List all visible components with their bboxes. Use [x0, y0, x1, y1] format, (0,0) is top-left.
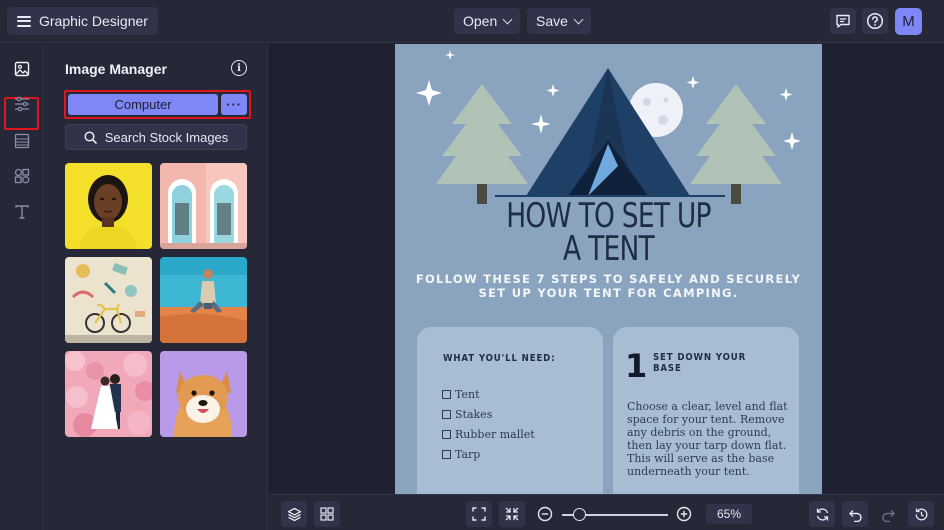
undo-icon: [848, 509, 862, 522]
computer-upload-button[interactable]: Computer: [68, 94, 218, 115]
comment-button[interactable]: [830, 8, 856, 34]
chevron-down-icon: [502, 14, 513, 24]
step-text: Choose a clear, level and flat space for…: [627, 400, 788, 478]
thumbnail-woman-portrait[interactable]: [65, 163, 152, 249]
image-manager-panel: Image Manager i Computer ··· Search Stoc…: [45, 44, 268, 530]
thumbnail-bicycle-wall[interactable]: [65, 257, 152, 343]
checkbox-icon: [442, 390, 451, 399]
fit-screen-button[interactable]: [466, 501, 492, 527]
step-title: SET DOWN YOUR BASE: [653, 352, 747, 374]
thumbnail-wedding-couple[interactable]: [65, 351, 152, 437]
layout-icon: [14, 133, 30, 149]
top-bar: Graphic Designer Open Save M: [0, 0, 944, 43]
help-icon: [866, 12, 884, 30]
checkbox-icon: [442, 430, 451, 439]
subtitle-line-1: FOLLOW THESE 7 STEPS TO SAFELY AND SECUR…: [415, 272, 802, 286]
redo-icon: [881, 509, 895, 522]
sliders-icon: [15, 96, 29, 112]
shapes-icon: [14, 168, 30, 184]
comment-icon: [836, 14, 850, 28]
image-icon: [14, 61, 30, 77]
zoom-level[interactable]: 65%: [706, 504, 752, 524]
thumbnail-pink-doors[interactable]: [160, 163, 247, 249]
open-label: Open: [463, 13, 498, 29]
redo-button[interactable]: [875, 501, 901, 527]
tool-rail: [0, 44, 44, 530]
subtitle-line-2: SET UP YOUR TENT FOR CAMPING.: [478, 286, 739, 300]
zoom-slider-handle[interactable]: [573, 508, 586, 521]
open-dropdown[interactable]: Open: [454, 8, 521, 34]
text-icon: [15, 205, 29, 219]
step-card: 1 SET DOWN YOUR BASE Choose a clear, lev…: [613, 327, 799, 494]
design-canvas[interactable]: HOW TO SET UP A TENT FOLLOW THESE 7 STEP…: [269, 44, 944, 494]
info-icon[interactable]: i: [231, 60, 247, 76]
rail-item-images[interactable]: [12, 59, 32, 79]
headline-line-1: HOW TO SET UP: [506, 196, 711, 236]
needs-title: WHAT YOU'LL NEED:: [443, 353, 556, 364]
zoom-out-icon[interactable]: [537, 506, 553, 522]
grid-button[interactable]: [314, 501, 340, 527]
camping-illustration: [416, 50, 801, 204]
more-options-button[interactable]: ···: [221, 94, 247, 115]
search-stock-images-button[interactable]: Search Stock Images: [65, 124, 247, 150]
checkbox-icon: [442, 410, 451, 419]
panel-title: Image Manager: [65, 61, 167, 77]
bottom-toolbar: 65%: [269, 494, 944, 530]
needs-card: WHAT YOU'LL NEED: Tent Stakes Rubber mal…: [417, 327, 603, 494]
expand-icon: [472, 507, 486, 521]
rail-item-adjust[interactable]: [12, 94, 32, 114]
collapse-icon: [505, 507, 519, 521]
rail-item-text[interactable]: [12, 202, 32, 222]
rail-item-layouts[interactable]: [12, 131, 32, 151]
thumbnail-shiba-dog[interactable]: [160, 351, 247, 437]
help-button[interactable]: [862, 8, 888, 34]
shrink-button[interactable]: [499, 501, 525, 527]
save-dropdown[interactable]: Save: [527, 8, 591, 34]
undo-button[interactable]: [842, 501, 868, 527]
search-label: Search Stock Images: [104, 129, 229, 145]
design-page[interactable]: HOW TO SET UP A TENT FOLLOW THESE 7 STEP…: [395, 44, 822, 494]
user-avatar[interactable]: M: [895, 8, 922, 35]
checkbox-icon: [442, 450, 451, 459]
refresh-icon: [816, 507, 828, 521]
needs-item: Stakes: [442, 408, 492, 421]
thumbnail-man-on-sand[interactable]: [160, 257, 247, 343]
save-label: Save: [536, 13, 568, 29]
menu-icon: [17, 15, 31, 27]
needs-item: Tarp: [442, 448, 480, 461]
app-title: Graphic Designer: [39, 13, 148, 29]
refresh-button[interactable]: [809, 501, 835, 527]
history-button[interactable]: [908, 501, 934, 527]
history-icon: [915, 508, 927, 520]
needs-item: Tent: [442, 388, 480, 401]
needs-item: Rubber mallet: [442, 428, 535, 441]
layers-icon: [287, 507, 301, 521]
app-menu-button[interactable]: Graphic Designer: [7, 7, 158, 35]
chevron-down-icon: [573, 14, 584, 24]
headline-line-2: A TENT: [563, 229, 655, 269]
step-number: 1: [625, 347, 648, 385]
layers-button[interactable]: [281, 501, 307, 527]
zoom-in-icon[interactable]: [676, 506, 692, 522]
upload-highlight: Computer ···: [64, 90, 251, 119]
grid-icon: [320, 507, 334, 521]
search-icon: [84, 130, 97, 144]
rail-item-graphics[interactable]: [12, 166, 32, 186]
